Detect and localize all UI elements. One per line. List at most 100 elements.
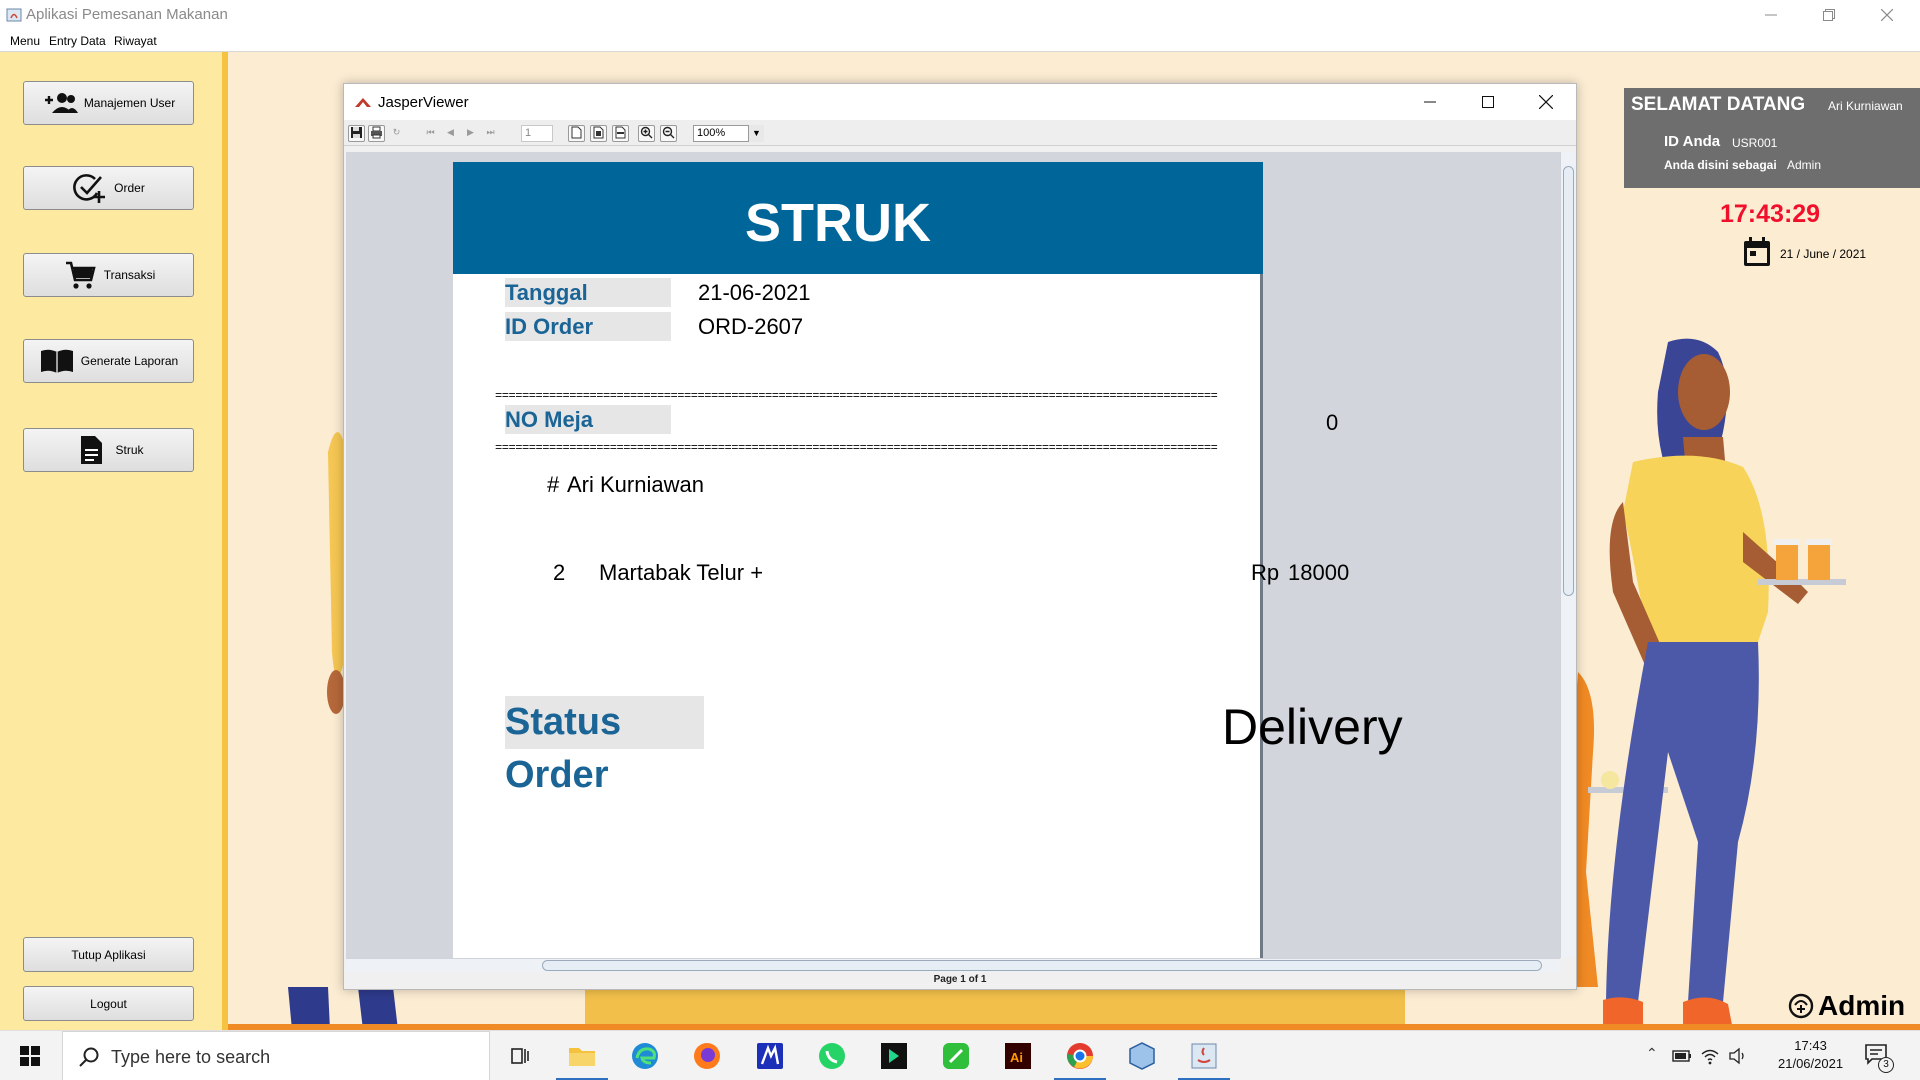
order-label: Order (114, 181, 145, 195)
welcome-user-name: Ari Kurniawan (1828, 99, 1903, 113)
generate-laporan-button[interactable]: Generate Laporan (23, 339, 194, 383)
app-blue-icon[interactable] (754, 1040, 786, 1072)
menu-item-menu[interactable]: Menu (10, 34, 40, 48)
first-page-button[interactable]: ⏮ (422, 125, 439, 142)
close-button[interactable] (1858, 0, 1916, 30)
customer-name: Ari Kurniawan (567, 472, 704, 497)
welcome-greeting: SELAMAT DATANG (1631, 94, 1806, 115)
report-page: STRUK Tanggal 21-06-2021 ID Order ORD-26… (453, 162, 1403, 958)
svg-text:Ai: Ai (1010, 1050, 1023, 1065)
separator-top: ========================================… (495, 390, 1218, 402)
virtualbox-icon[interactable] (1126, 1040, 1158, 1072)
status-order-value: Delivery (1222, 699, 1403, 755)
jasper-logo-icon (355, 98, 371, 107)
logout-button[interactable]: Logout (23, 986, 194, 1021)
battery-icon[interactable] (1672, 1049, 1692, 1063)
search-placeholder: Type here to search (111, 1047, 271, 1067)
notification-button[interactable]: 3 (1864, 1043, 1894, 1073)
minimize-icon (1765, 14, 1777, 16)
notepad-app-icon[interactable] (940, 1040, 972, 1072)
admin-badge: Admin (1788, 990, 1905, 1022)
window-title: Aplikasi Pemesanan Makanan (26, 6, 228, 23)
minimize-icon (1424, 101, 1436, 103)
current-date: 21 / June / 2021 (1780, 247, 1867, 261)
welcome-panel: SELAMAT DATANG Ari Kurniawan ID Anda USR… (1624, 88, 1920, 188)
fit-width-button[interactable] (612, 125, 629, 142)
jasper-close-button[interactable] (1517, 84, 1575, 120)
jasper-maximize-button[interactable] (1459, 84, 1517, 120)
zoom-dropdown-button[interactable]: ▼ (748, 125, 764, 142)
first-page-icon: ⏮ (426, 127, 435, 137)
page-status: Page 1 of 1 (933, 974, 987, 985)
horizontal-scroll-thumb[interactable] (542, 960, 1542, 971)
maximize-icon (1482, 96, 1494, 108)
task-view-icon[interactable] (504, 1040, 536, 1072)
chrome-icon[interactable] (1064, 1040, 1096, 1072)
fit-page-button[interactable] (590, 125, 607, 142)
tanggal-label: Tanggal (505, 278, 671, 307)
report-title: STRUK (745, 193, 931, 253)
cart-icon (62, 259, 98, 291)
zoom-out-button[interactable] (660, 125, 677, 142)
file-explorer-icon[interactable] (566, 1040, 598, 1072)
calendar-icon (1744, 237, 1770, 266)
taskbar-search[interactable]: Type here to search (62, 1031, 490, 1080)
wifi-icon[interactable] (1700, 1047, 1720, 1065)
book-icon (39, 345, 75, 377)
jasper-minimize-button[interactable] (1401, 84, 1459, 120)
status-order-label: Status Order (505, 696, 704, 796)
page-icon (571, 126, 582, 139)
start-button[interactable] (0, 1031, 60, 1080)
windows-icon (20, 1046, 40, 1066)
document-icon (73, 434, 109, 466)
separator-bottom: ========================================… (495, 442, 1218, 454)
logout-label: Logout (90, 996, 127, 1011)
firefox-icon[interactable] (691, 1040, 723, 1072)
vertical-scroll-thumb[interactable] (1563, 166, 1574, 596)
tutup-aplikasi-button[interactable]: Tutup Aplikasi (23, 937, 194, 972)
last-page-icon: ⏭ (486, 127, 495, 137)
fit-width-icon (615, 126, 626, 139)
window-titlebar: Aplikasi Pemesanan Makanan (0, 0, 1920, 30)
horizontal-scrollbar[interactable] (346, 958, 1560, 972)
previous-page-button[interactable]: ◀ (442, 125, 459, 142)
manajemen-user-label: Manajemen User (83, 96, 176, 110)
pycharm-icon[interactable] (878, 1040, 910, 1072)
menu-item-riwayat[interactable]: Riwayat (114, 34, 157, 48)
next-page-icon: ▶ (467, 127, 474, 137)
transaksi-button[interactable]: Transaksi (23, 253, 194, 297)
item-name: Martabak Telur + (599, 560, 764, 585)
restore-icon (1823, 9, 1835, 21)
whatsapp-icon[interactable] (816, 1040, 848, 1072)
vertical-scrollbar[interactable] (1560, 152, 1575, 958)
java-icon[interactable] (1188, 1040, 1220, 1072)
minimize-button[interactable] (1742, 0, 1800, 30)
previous-page-icon: ◀ (447, 127, 454, 137)
tanggal-value: 21-06-2021 (698, 280, 811, 305)
next-page-button[interactable]: ▶ (462, 125, 479, 142)
struk-button[interactable]: Struk (23, 428, 194, 472)
chevron-down-icon: ▼ (752, 128, 761, 138)
order-button[interactable]: Order (23, 166, 194, 210)
print-button[interactable] (368, 125, 385, 142)
save-button[interactable] (348, 125, 365, 142)
search-icon (79, 1047, 99, 1067)
illustrator-icon[interactable]: Ai (1002, 1040, 1034, 1072)
edge-icon[interactable] (629, 1040, 661, 1072)
restore-button[interactable] (1800, 0, 1858, 30)
last-page-button[interactable]: ⏭ (482, 125, 499, 142)
add-user-icon (42, 87, 78, 119)
no-meja-label: NO Meja (505, 405, 671, 434)
reload-button[interactable]: ↻ (388, 125, 405, 142)
taskbar-clock[interactable]: 17:43 21/06/2021 (1778, 1037, 1843, 1073)
java-app-icon (6, 8, 22, 22)
actual-size-button[interactable] (568, 125, 585, 142)
menu-item-entry-data[interactable]: Entry Data (49, 34, 106, 48)
chevron-up-icon[interactable]: ⌃ (1646, 1045, 1658, 1062)
fit-page-icon (593, 126, 604, 139)
volume-icon[interactable] (1728, 1047, 1748, 1065)
page-number-field[interactable]: 1 (521, 125, 553, 142)
manajemen-user-button[interactable]: Manajemen User (23, 81, 194, 125)
jasper-titlebar: JasperViewer (344, 84, 1576, 120)
zoom-in-button[interactable] (638, 125, 655, 142)
